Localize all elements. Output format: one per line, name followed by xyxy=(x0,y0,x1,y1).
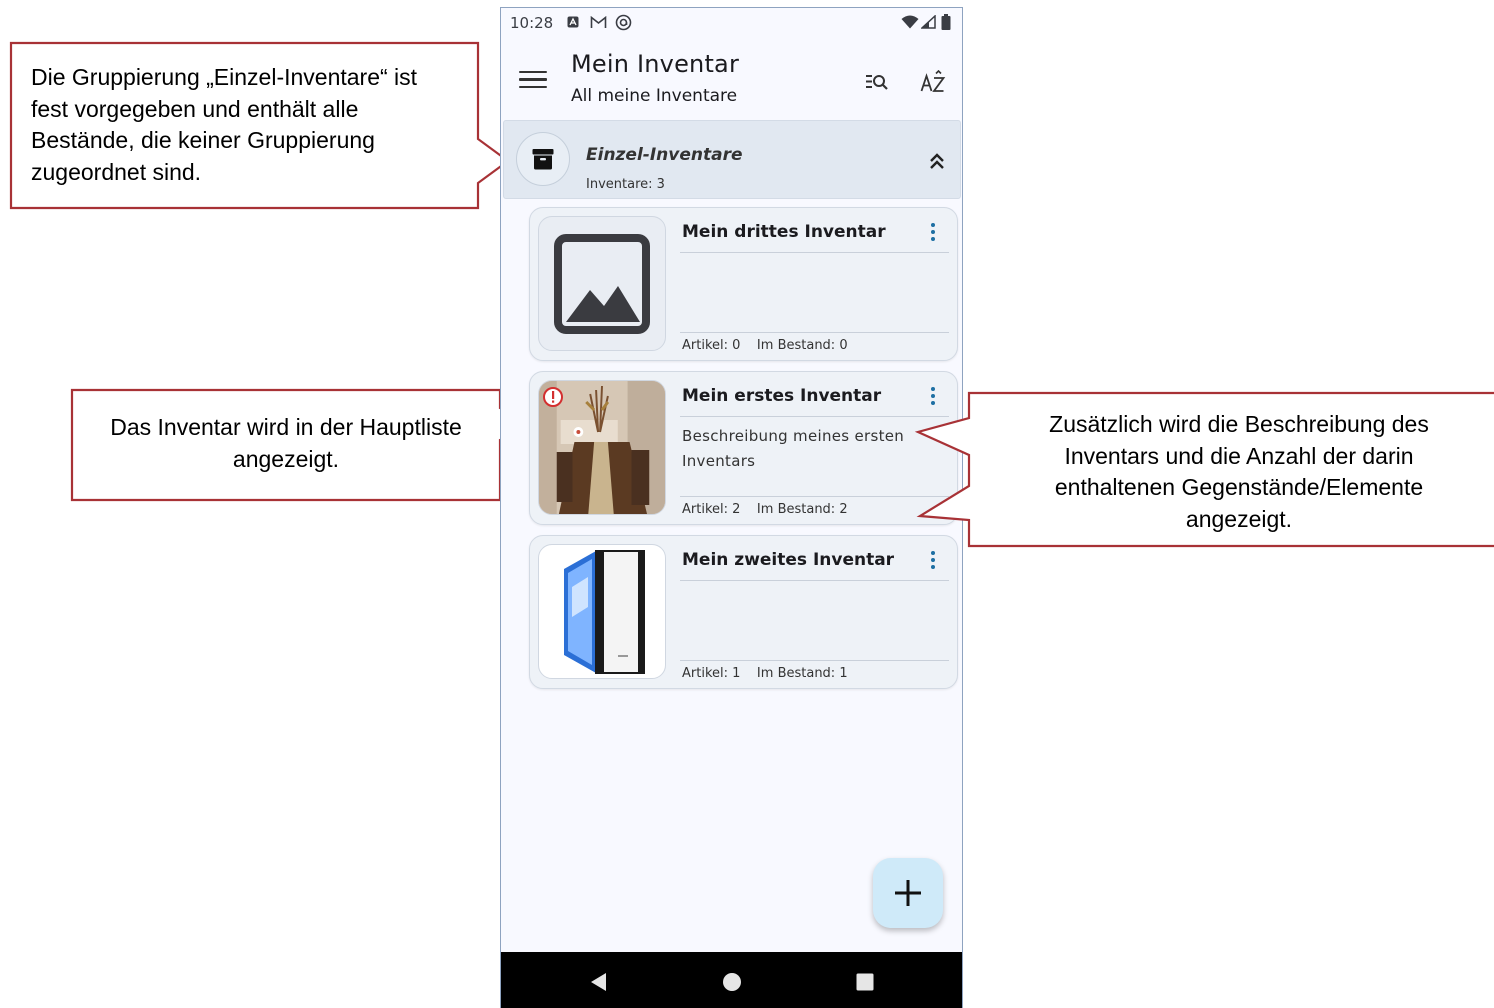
add-inventory-button[interactable] xyxy=(873,858,943,928)
plus-icon xyxy=(895,880,921,906)
system-nav-bar xyxy=(501,952,962,1008)
card-divider xyxy=(680,580,949,581)
card-divider xyxy=(680,660,949,661)
inventory-thumbnail xyxy=(538,544,666,679)
back-icon xyxy=(591,973,606,991)
recents-icon xyxy=(856,973,874,991)
callout-line: enthaltenen Gegenstände/Elemente xyxy=(1054,474,1424,500)
home-icon xyxy=(723,973,741,991)
nav-recents-button[interactable] xyxy=(851,968,879,996)
inventory-stats: Artikel: 1 Im Bestand: 1 xyxy=(682,666,848,681)
callout-line: Inventars und die Anzahl der darin xyxy=(1064,442,1414,469)
callout-line: Zusätzlich wird die Beschreibung des xyxy=(1049,411,1429,437)
callout-line: angezeigt. xyxy=(1185,505,1293,532)
nav-back-button[interactable] xyxy=(585,968,613,996)
nav-home-button[interactable] xyxy=(718,968,746,996)
callout-description-info: Zusätzlich wird die Beschreibung des Inv… xyxy=(0,0,1494,560)
pc-case-photo xyxy=(552,546,652,677)
